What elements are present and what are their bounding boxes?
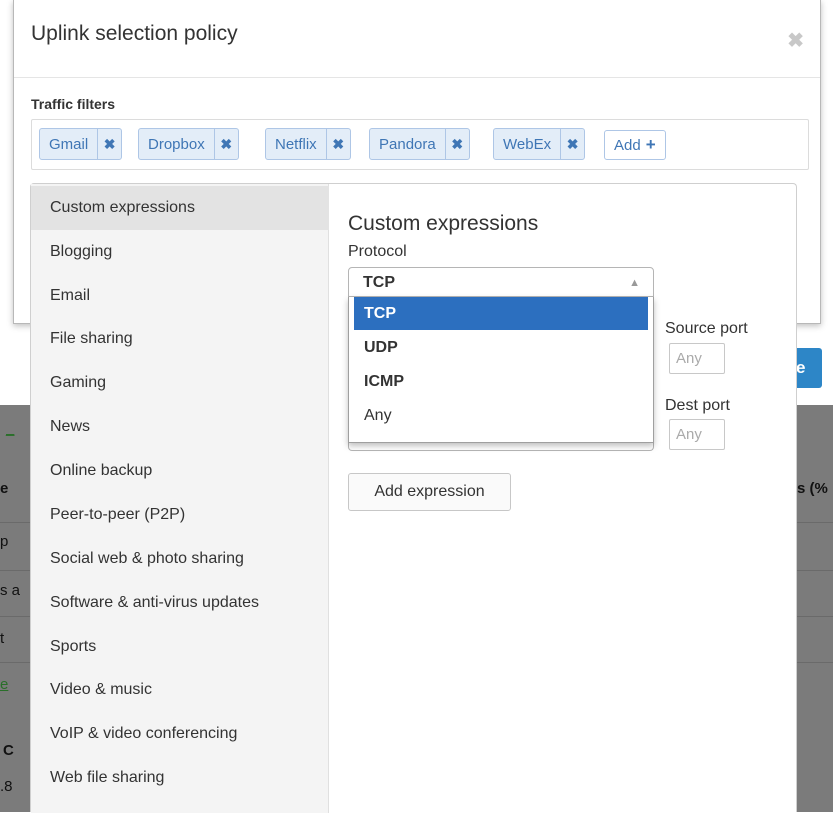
category-item-social-web[interactable]: Social web & photo sharing bbox=[31, 537, 329, 581]
protocol-select-value: TCP bbox=[363, 274, 395, 291]
dest-port-label: Dest port bbox=[665, 397, 730, 414]
remove-tag-icon[interactable]: ✖ bbox=[444, 129, 469, 159]
filter-tag-pandora: Pandora ✖ bbox=[369, 128, 470, 160]
category-item-voip[interactable]: VoIP & video conferencing bbox=[31, 712, 329, 756]
protocol-option-icmp[interactable]: ICMP bbox=[354, 365, 648, 398]
background-header-fragment: s (% bbox=[797, 480, 828, 497]
background-header-fragment: e bbox=[0, 480, 9, 497]
category-item-video-music[interactable]: Video & music bbox=[31, 668, 329, 712]
chevron-up-icon: ▲ bbox=[629, 277, 640, 289]
background-link-fragment: e bbox=[0, 676, 9, 693]
background-row-fragment: s a bbox=[0, 582, 21, 599]
category-item-news[interactable]: News bbox=[31, 405, 329, 449]
category-item-gaming[interactable]: Gaming bbox=[31, 361, 329, 405]
filter-tag-label: WebEx bbox=[503, 135, 552, 153]
remove-tag-icon[interactable]: ✖ bbox=[213, 129, 238, 159]
category-item-email[interactable]: Email bbox=[31, 274, 329, 318]
protocol-dropdown: TCP UDP ICMP Any bbox=[348, 297, 654, 443]
category-item-file-sharing[interactable]: File sharing bbox=[31, 317, 329, 361]
filter-tag-dropbox: Dropbox ✖ bbox=[138, 128, 239, 160]
filter-tag-label: Dropbox bbox=[148, 135, 205, 153]
modal-title: Uplink selection policy bbox=[31, 22, 238, 45]
background-value-fragment: .8 bbox=[0, 778, 13, 795]
filter-tag-label: Netflix bbox=[275, 135, 317, 153]
custom-expressions-title: Custom expressions bbox=[348, 212, 539, 235]
close-icon[interactable]: ✖ bbox=[787, 28, 804, 53]
traffic-filters-box[interactable]: Gmail ✖ Dropbox ✖ Netflix ✖ Pandora ✖ We… bbox=[31, 119, 809, 170]
filter-tag-label: Pandora bbox=[379, 135, 436, 153]
add-expression-button[interactable]: Add expression bbox=[348, 473, 511, 511]
category-item-software-updates[interactable]: Software & anti-virus updates bbox=[31, 581, 329, 625]
protocol-label: Protocol bbox=[348, 243, 407, 260]
background-row-fragment: p bbox=[0, 533, 9, 550]
add-filter-label: Add bbox=[614, 136, 641, 154]
dest-port-input[interactable] bbox=[669, 419, 725, 450]
modal-header: Uplink selection policy ✖ bbox=[14, 0, 820, 78]
protocol-option-any[interactable]: Any bbox=[354, 399, 648, 432]
filter-tag-label: Gmail bbox=[49, 135, 89, 153]
category-panel: Custom expressions Blogging Email File s… bbox=[30, 183, 797, 813]
protocol-option-udp[interactable]: UDP bbox=[354, 331, 648, 364]
plus-icon: + bbox=[645, 135, 656, 154]
traffic-filters-label: Traffic filters bbox=[31, 96, 116, 112]
background-link-fragment: _ bbox=[6, 420, 15, 437]
filter-tag-netflix: Netflix ✖ bbox=[265, 128, 351, 160]
remove-tag-icon[interactable]: ✖ bbox=[97, 129, 121, 159]
background-heading-fragment: C bbox=[3, 742, 14, 759]
protocol-option-tcp[interactable]: TCP bbox=[354, 297, 648, 330]
background-row-fragment: t bbox=[0, 630, 5, 647]
category-item-web-file-sharing[interactable]: Web file sharing bbox=[31, 756, 329, 800]
add-filter-button[interactable]: Add + bbox=[604, 130, 666, 160]
category-list: Custom expressions Blogging Email File s… bbox=[31, 184, 329, 813]
remove-tag-icon[interactable]: ✖ bbox=[325, 129, 350, 159]
filter-tag-gmail: Gmail ✖ bbox=[39, 128, 123, 160]
category-item-custom-expressions[interactable]: Custom expressions bbox=[31, 186, 329, 230]
category-item-sports[interactable]: Sports bbox=[31, 625, 329, 669]
category-item-online-backup[interactable]: Online backup bbox=[31, 449, 329, 493]
category-item-blogging[interactable]: Blogging bbox=[31, 230, 329, 274]
filter-tag-webex: WebEx ✖ bbox=[493, 128, 586, 160]
category-item-p2p[interactable]: Peer-to-peer (P2P) bbox=[31, 493, 329, 537]
source-port-input[interactable] bbox=[669, 343, 725, 374]
protocol-select[interactable]: TCP ▲ bbox=[348, 267, 654, 297]
source-port-label: Source port bbox=[665, 320, 748, 337]
remove-tag-icon[interactable]: ✖ bbox=[560, 129, 584, 159]
